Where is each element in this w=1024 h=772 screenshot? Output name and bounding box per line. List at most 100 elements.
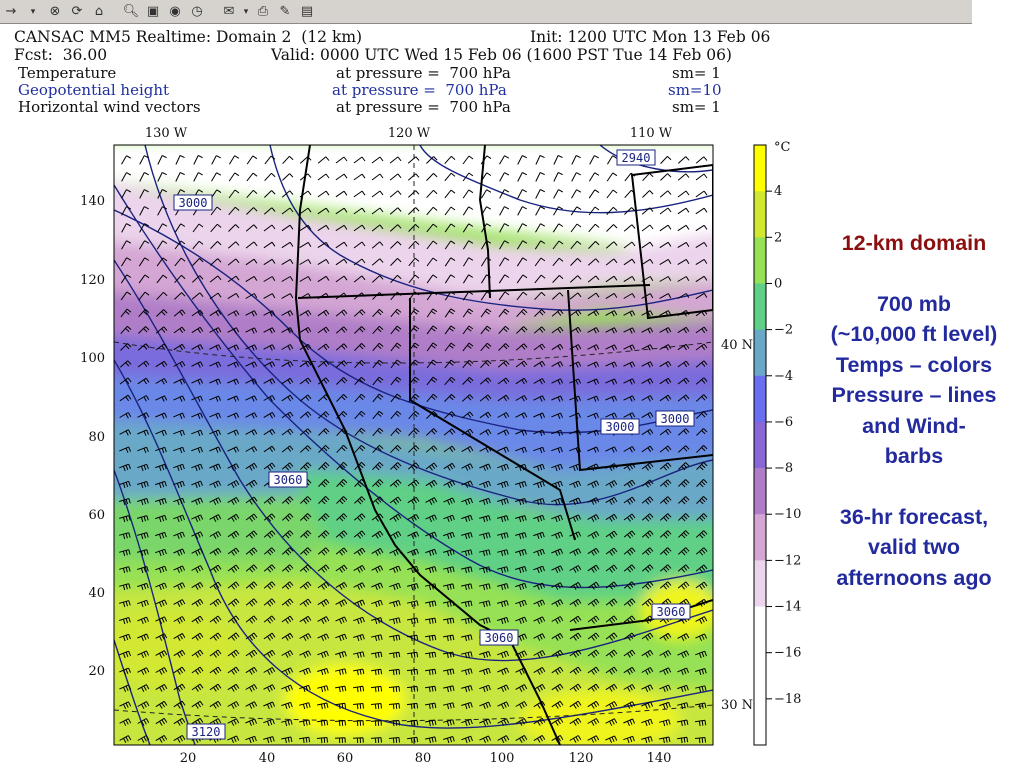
history-icon[interactable]: ◷: [188, 3, 206, 21]
svg-text:100: 100: [490, 751, 515, 766]
colorbar-label: −14: [774, 600, 801, 615]
colorbar-label: 0: [774, 276, 782, 291]
home-icon[interactable]: ⌂: [90, 3, 108, 21]
colorbar-label: −4: [774, 369, 793, 384]
svg-text:100: 100: [80, 351, 105, 366]
left-axis: 140 120 100 80 60 40 20: [80, 194, 105, 679]
field-wind-name: Horizontal wind vectors: [18, 98, 201, 116]
colorbar-unit: °C: [774, 140, 791, 155]
contour-label: 3120: [186, 723, 226, 740]
colorbar-label: 2: [774, 230, 782, 245]
discuss-icon[interactable]: ▤: [298, 3, 316, 21]
contour-label: 3060: [651, 603, 691, 620]
print-icon[interactable]: ⎙: [254, 3, 272, 21]
dropdown-icon[interactable]: ▾: [24, 3, 42, 21]
svg-text:140: 140: [647, 751, 672, 766]
colorbar-label: −16: [774, 646, 801, 661]
svg-text:60: 60: [337, 751, 354, 766]
svg-text:3060: 3060: [485, 631, 514, 645]
svg-text:20: 20: [180, 751, 197, 766]
mail-icon[interactable]: ✉: [220, 3, 238, 21]
field-height-sm: sm=10: [668, 81, 722, 99]
colorbar-swatch: [754, 283, 766, 331]
svg-text:80: 80: [88, 430, 105, 445]
annotation-panel: 12-km domain 700 mb (~10,000 ft level) T…: [808, 228, 1020, 593]
stop-icon[interactable]: ⊗: [46, 3, 64, 21]
contour-label: 2940: [616, 149, 656, 166]
field-wind-level: at pressure = 700 hPa: [336, 98, 511, 116]
svg-text:80: 80: [415, 751, 432, 766]
lon-label: 110 W: [630, 126, 673, 141]
contour-label: 3060: [268, 471, 308, 488]
colorbar-label: −12: [774, 553, 801, 568]
contour-label: 3000: [655, 410, 695, 427]
colorbar-swatch: [754, 698, 766, 746]
init-time: Init: 1200 UTC Mon 13 Feb 06: [530, 28, 771, 46]
colorbar-label: 4: [774, 184, 782, 199]
svg-text:3120: 3120: [192, 725, 221, 739]
colorbar-swatch: [754, 421, 766, 469]
dropdown-icon[interactable]: ▾: [242, 3, 250, 21]
colorbar-label: −6: [774, 415, 793, 430]
svg-text:20: 20: [88, 664, 105, 679]
colorbar-labels: 4 2 0 −2 −4 −6 −8 −10 −12 −14 −16 −18: [774, 184, 801, 707]
annotation-line: barbs: [884, 444, 944, 468]
annotation-line: 36-hr forecast,: [839, 504, 989, 529]
lat-label: 30 N: [721, 698, 753, 713]
weather-map: 3000 2940 3000 3000 3060 3060 3060 3120 …: [0, 120, 820, 768]
lon-label: 130 W: [145, 126, 188, 141]
annotation-line: valid two: [868, 535, 960, 559]
forecast-hour: Fcst: 36.00: [14, 46, 108, 64]
colorbar-swatch: [754, 560, 766, 608]
temperature-field: [114, 145, 713, 745]
contour-label: 3060: [479, 629, 519, 646]
annotation-line: 700 mb: [876, 291, 952, 316]
annotation-line: Temps – colors: [835, 352, 993, 377]
svg-text:3000: 3000: [606, 420, 635, 434]
colorbar-label: −18: [774, 692, 801, 707]
annotation-line: and Wind-: [862, 413, 966, 438]
svg-text:120: 120: [569, 751, 594, 766]
svg-text:2940: 2940: [622, 151, 651, 165]
colorbar-swatch: [754, 514, 766, 561]
contour-label: 3000: [600, 418, 640, 435]
svg-text:120: 120: [80, 273, 105, 288]
edit-icon[interactable]: ✎: [276, 3, 294, 21]
field-temperature-sm: sm= 1: [672, 64, 721, 82]
svg-text:40: 40: [259, 751, 276, 766]
svg-text:40: 40: [88, 586, 105, 601]
media-icon[interactable]: ◉: [166, 3, 184, 21]
colorbar-swatch: [754, 375, 766, 423]
bottom-axis: 20 40 60 80 100 120 140: [180, 751, 672, 766]
back-arrow-icon[interactable]: →: [2, 3, 20, 21]
browser-toolbar: → ▾ ⊗ ⟳ ⌂ 🔍︎ ▣ ◉ ◷ ✉ ▾ ⎙ ✎ ▤: [0, 0, 972, 24]
annotation-line: (~10,000 ft level): [830, 322, 998, 346]
field-temperature-name: Temperature: [18, 64, 117, 82]
annotation-line: Pressure – lines: [831, 383, 997, 407]
lat-label: 40 N: [721, 338, 753, 353]
annotation-title: 12-km domain: [841, 231, 987, 255]
colorbar-label: −8: [774, 461, 793, 476]
field-height-name: Geopotential height: [18, 81, 170, 99]
colorbar-swatch: [754, 191, 766, 238]
colorbar-swatch: [754, 145, 766, 192]
colorbar-label: −2: [774, 323, 793, 338]
svg-text:60: 60: [88, 508, 105, 523]
svg-text:3060: 3060: [274, 473, 303, 487]
contour-label: 3000: [173, 194, 213, 211]
refresh-icon[interactable]: ⟳: [68, 3, 86, 21]
colorbar-swatch: [754, 606, 766, 654]
svg-text:140: 140: [80, 194, 105, 209]
model-title: CANSAC MM5 Realtime: Domain 2 (12 km): [14, 28, 363, 46]
search-icon[interactable]: 🔍︎: [122, 3, 140, 21]
field-height-level: at pressure = 700 hPa: [332, 81, 507, 99]
field-wind-sm: sm= 1: [672, 98, 721, 116]
lon-label: 120 W: [388, 126, 431, 141]
valid-time: Valid: 0000 UTC Wed 15 Feb 06 (1600 PST …: [271, 46, 732, 64]
colorbar-swatch: [754, 652, 766, 700]
colorbar-swatch: [754, 468, 766, 515]
favorites-icon[interactable]: ▣: [144, 3, 162, 21]
colorbar-swatch: [754, 329, 766, 377]
colorbar: [753, 144, 772, 746]
colorbar-swatch: [754, 237, 766, 284]
